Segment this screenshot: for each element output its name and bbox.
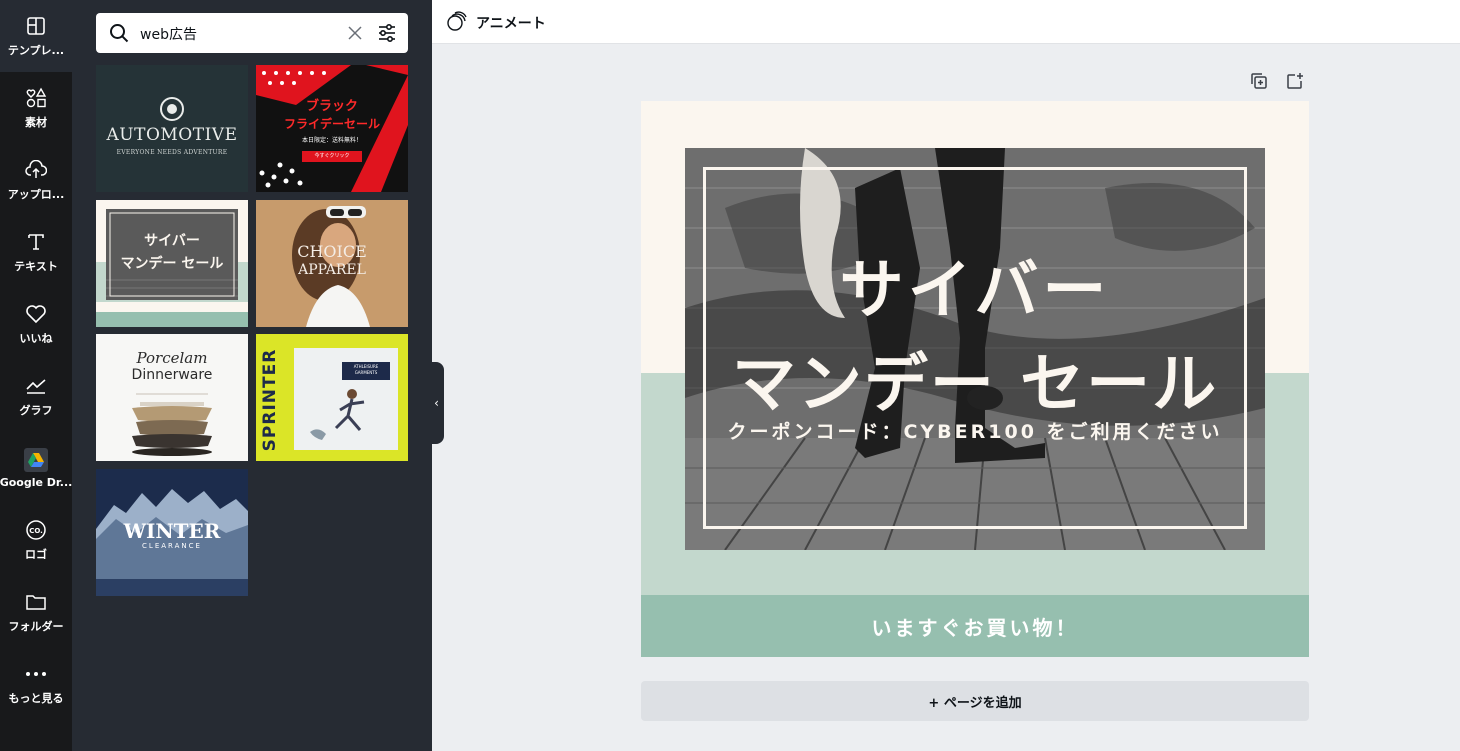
template-title: WINTER: [123, 519, 221, 543]
chevron-left-icon: ‹: [434, 396, 439, 410]
template-title: CHOICE: [297, 242, 367, 261]
template-subtitle: ATHLEISURE GARMENTS: [353, 364, 379, 375]
sidebar-item-folders[interactable]: フォルダー: [0, 576, 72, 648]
headline-line-1[interactable]: サイバー: [685, 239, 1265, 331]
design-page[interactable]: サイバー マンデー セール クーポンコード：CYBER100 をご利用ください …: [641, 101, 1309, 657]
template-title-2: マンデー セール: [120, 256, 224, 272]
sidebar-item-more[interactable]: もっと見る: [0, 648, 72, 720]
collapse-panel-button[interactable]: ‹: [429, 362, 444, 444]
template-subtitle: CLEARANCE: [142, 542, 202, 550]
template-title: SPRINTER: [260, 348, 280, 452]
cta-bar[interactable]: いますぐお買い物！: [641, 595, 1309, 657]
sidebar-item-label: もっと見る: [8, 692, 64, 705]
add-page-label: + ページを追加: [928, 695, 1022, 711]
sidebar-item-label: ロゴ: [25, 548, 47, 561]
search-box[interactable]: web広告: [96, 13, 408, 53]
template-thumbnail-choice-apparel[interactable]: CHOICE APPAREL: [256, 200, 408, 327]
template-title: サイバー: [144, 233, 200, 249]
template-title: ブラック: [305, 99, 358, 114]
sidebar-item-elements[interactable]: 素材: [0, 72, 72, 144]
more-icon: [24, 662, 48, 686]
svg-text:CO.: CO.: [29, 527, 43, 535]
sidebar-item-label: Google Dr...: [0, 475, 73, 489]
templates-panel: web広告 AUTOMOTIVE EVERYONE NEEDS ADVENTUR…: [72, 0, 432, 751]
left-rail: テンプレ... 素材 アップロ... テキスト いいね グラフ Google D…: [0, 0, 72, 751]
sidebar-item-label: フォルダー: [8, 620, 64, 633]
chart-icon: [24, 374, 48, 398]
clear-icon[interactable]: [347, 25, 363, 45]
sidebar-item-charts[interactable]: グラフ: [0, 360, 72, 432]
sidebar-item-label: テンプレ...: [7, 44, 65, 57]
search-icon: [109, 23, 129, 47]
template-title-2: Dinnerware: [131, 367, 213, 383]
sidebar-item-label: アップロ...: [7, 188, 65, 201]
heart-icon: [24, 302, 48, 326]
template-thumbnail-winter[interactable]: WINTER CLEARANCE: [96, 469, 248, 596]
add-page-button[interactable]: + ページを追加: [641, 681, 1309, 721]
sidebar-item-uploads[interactable]: アップロ...: [0, 144, 72, 216]
template-subtitle: 本日限定：送料無料！: [301, 137, 362, 144]
duplicate-page-icon[interactable]: [1250, 72, 1270, 92]
template-thumbnail-cyber-monday[interactable]: サイバー マンデー セール: [96, 200, 248, 327]
template-title-2: APPAREL: [298, 262, 366, 278]
template-thumbnail-black-friday[interactable]: ブラック フライデーセール 本日限定：送料無料！ 今すぐクリック: [256, 65, 408, 192]
sidebar-item-templates[interactable]: テンプレ...: [0, 0, 72, 72]
template-button: 今すぐクリック: [314, 153, 350, 159]
elements-icon: [24, 86, 48, 110]
template-subtitle: EVERYONE NEEDS ADVENTURE: [116, 149, 228, 156]
add-page-icon[interactable]: [1286, 72, 1306, 92]
search-input[interactable]: web広告: [140, 24, 197, 44]
editor-topbar: アニメート: [432, 0, 1460, 44]
template-title: Porcelam: [136, 349, 208, 367]
headline-line-2[interactable]: マンデー セール: [685, 333, 1265, 425]
animate-button[interactable]: アニメート: [446, 10, 546, 36]
google-drive-icon: [24, 447, 48, 472]
folder-icon: [24, 590, 48, 614]
text-icon: [24, 230, 48, 254]
template-title: AUTOMOTIVE: [106, 125, 238, 145]
animate-label: アニメート: [476, 16, 546, 32]
template-thumbnail-automotive[interactable]: AUTOMOTIVE EVERYONE NEEDS ADVENTURE: [96, 65, 248, 192]
template-thumbnail-sprinter[interactable]: SPRINTER ATHLEISURE GARMENTS: [256, 334, 408, 461]
coupon-text[interactable]: クーポンコード：CYBER100 をご利用ください: [685, 417, 1265, 444]
sidebar-item-likes[interactable]: いいね: [0, 288, 72, 360]
upload-icon: [24, 158, 48, 182]
sidebar-item-google-drive[interactable]: Google Dr...: [0, 432, 72, 504]
sidebar-item-logos[interactable]: CO. ロゴ: [0, 504, 72, 576]
cta-text[interactable]: いますぐお買い物！: [872, 612, 1079, 641]
template-title-2: フライデーセール: [283, 117, 380, 131]
sidebar-item-label: 素材: [25, 116, 47, 129]
animate-icon: [446, 10, 468, 36]
filter-icon[interactable]: [377, 23, 397, 47]
template-icon: [24, 14, 48, 38]
template-thumbnail-dinnerware[interactable]: Porcelam Dinnerware: [96, 334, 248, 461]
sidebar-item-text[interactable]: テキスト: [0, 216, 72, 288]
sidebar-item-label: テキスト: [14, 260, 58, 273]
sidebar-item-label: グラフ: [19, 404, 53, 417]
logo-icon: CO.: [24, 518, 48, 542]
sidebar-item-label: いいね: [19, 332, 53, 345]
